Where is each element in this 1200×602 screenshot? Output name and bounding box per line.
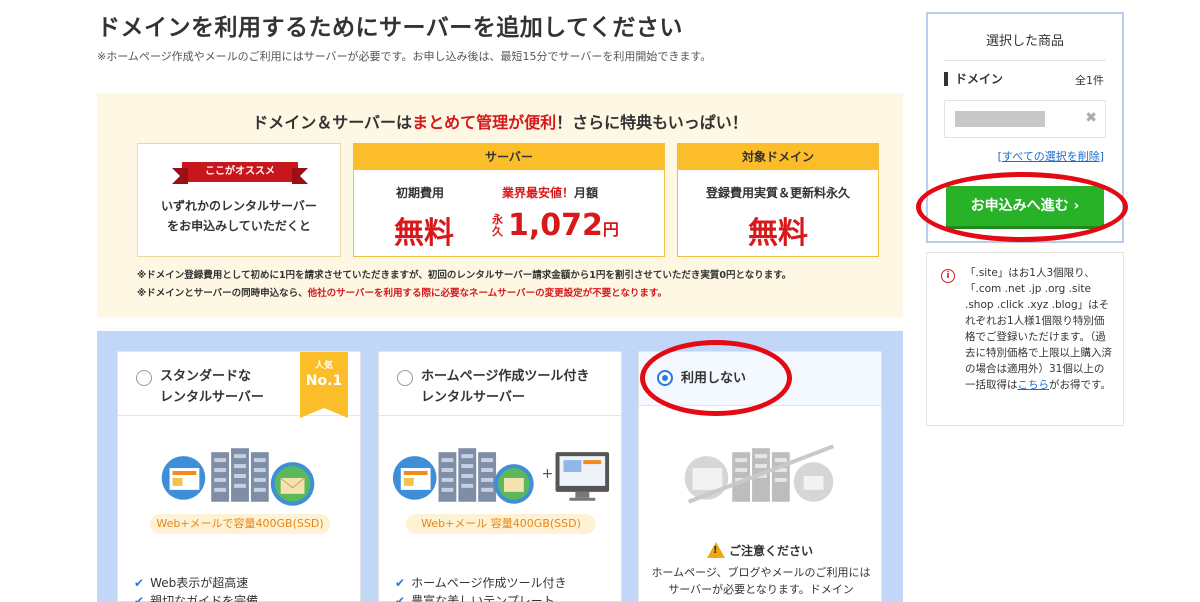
server-monthly-unit: 円 [602, 220, 619, 239]
server-mail-illustration [161, 448, 315, 506]
plan-none-title: 利用しない [681, 371, 747, 386]
server-box-header: サーバー [354, 144, 664, 170]
check-icon: ✔ [134, 594, 145, 602]
plan-builder-title-line2: レンタルサーバー [421, 390, 525, 405]
plan-none-radio[interactable] [657, 370, 673, 386]
server-eikyu: 永久 [492, 213, 503, 238]
plan-card-builder[interactable]: ホームページ作成ツール付き レンタルサーバー + Web+メール 容量400GB… [378, 351, 622, 602]
warning-title-text: ご注意ください [728, 544, 813, 558]
remove-item-icon[interactable]: ✖ [1085, 110, 1097, 126]
feature-text: ホームページ作成ツール付き [411, 576, 567, 590]
server-box: サーバー 初期費用 業界最安値！月額 無料 永久 1,072円 [353, 143, 665, 257]
svg-text:+: + [542, 466, 554, 482]
promo-headline: ドメイン＆サーバーはまとめて管理が便利！さらに特典もいっぱい！ [97, 109, 903, 133]
server-initial-label: 初期費用 [396, 186, 445, 200]
plan-builder-title: ホームページ作成ツール付き レンタルサーバー [421, 366, 589, 408]
plan-builder-title-line1: ホームページ作成ツール付き [421, 369, 590, 384]
check-icon: ✔ [395, 576, 406, 590]
domain-info-box: i 「.site」はお1人3個限り、「.com .net .jp .org .s… [926, 252, 1124, 426]
feature-item: ✔ 豊富な美しいテンプレート [395, 592, 555, 602]
domain-value: 無料 [748, 216, 808, 251]
page-subtitle: ※ホームページ作成やメールのご利用にはサーバーが必要です。お申し込み後は、最短1… [97, 50, 712, 63]
recommend-line1: いずれかのレンタルサーバー [161, 199, 317, 213]
info-text-end: がお得です。 [1049, 379, 1111, 391]
plan-standard-title: スタンダードな レンタルサーバー [160, 366, 264, 408]
promo-note-2: ※ドメインとサーバーの同時申込なら、他社のサーバーを利用する際に必要なネームサー… [137, 285, 667, 299]
storage-pill: Web+メールで容量400GB(SSD) [150, 514, 330, 534]
domain-label: 登録費用実質＆更新料永久 [705, 186, 850, 200]
plan-card-header: スタンダードな レンタルサーバー 人気 No.1 [118, 352, 360, 418]
warning-body: ホームページ、ブログやメールのご利用にはサーバーが必要となります。ドメイン [651, 566, 871, 596]
storage-pill: Web+メール 容量400GB(SSD) [406, 514, 596, 534]
server-mail-builder-illustration: + [392, 448, 610, 504]
plan-builder-radio[interactable] [397, 370, 413, 386]
server-monthly-label: 業界最安値！月額 [502, 184, 598, 201]
check-icon: ✔ [134, 576, 145, 590]
plan-selection-area: スタンダードな レンタルサーバー 人気 No.1 Web+メールで容量400GB… [97, 331, 903, 602]
info-text-main: 「.site」はお1人3個限り、「.com .net .jp .org .sit… [965, 267, 1112, 391]
feature-item: ✔ 親切なガイドを完備 [134, 592, 258, 602]
info-icon: i [941, 269, 955, 283]
info-link[interactable]: こちら [1018, 379, 1050, 391]
feature-item: ✔ ホームページ作成ツール付き [395, 574, 566, 591]
server-monthly-highlight: 業界最安値！ [502, 186, 575, 200]
promo-note-2-highlight: 他社のサーバーを利用する際に必要なネームサーバーの変更設定が不要となります。 [307, 288, 667, 299]
warning-title: ! ご注意ください [639, 542, 881, 559]
warning-icon: ! [706, 542, 725, 558]
recommend-line2: をお申込みしていただくと [167, 219, 311, 233]
feature-text: 親切なガイドを完備 [150, 594, 259, 602]
plan-card-header: ホームページ作成ツール付き レンタルサーバー [379, 352, 621, 416]
promo-note-2-pre: ※ドメインとサーバーの同時申込なら、 [137, 288, 308, 299]
recommend-text: いずれかのレンタルサーバー をお申込みしていただくと [138, 196, 340, 236]
proceed-to-apply-button[interactable]: お申込みへ進む › [946, 186, 1104, 226]
server-monthly-label-text: 月額 [574, 186, 599, 200]
feature-item: ✔ Web表示が超高速 [134, 574, 248, 591]
domain-box-header: 対象ドメイン [678, 144, 878, 170]
server-monthly-price: 1,072円 [508, 208, 619, 243]
selected-domain-item: ✖ [944, 100, 1106, 138]
badge-top-text: 人気 [314, 361, 333, 371]
plan-standard-radio[interactable] [136, 370, 152, 386]
plan-standard-title-line2: レンタルサーバー [160, 390, 264, 405]
promo-note-1: ※ドメイン登録費用として初めに1円を請求させていただきますが、初回のレンタルサー… [137, 270, 792, 281]
recommend-box: ここがオススメ いずれかのレンタルサーバー をお申込みしていただくと [137, 143, 341, 257]
plan-standard-title-line1: スタンダードな [160, 369, 252, 384]
plan-card-header: 利用しない [639, 352, 881, 406]
divider [944, 60, 1106, 61]
plan-card-standard[interactable]: スタンダードな レンタルサーバー 人気 No.1 Web+メールで容量400GB… [117, 351, 361, 602]
domain-count: 全1件 [1075, 74, 1104, 87]
promo-banner: ドメイン＆サーバーはまとめて管理が便利！さらに特典もいっぱい！ ここがオススメ … [97, 93, 903, 317]
recommend-ribbon: ここがオススメ [172, 162, 308, 184]
selected-items-title: 選択した商品 [985, 34, 1064, 49]
clear-all-link[interactable]: すべての選択を削除 [1002, 150, 1100, 163]
promo-headline-post: ！さらに特典もいっぱい！ [556, 113, 748, 132]
server-initial-value: 無料 [394, 216, 454, 251]
popular-no1-badge: 人気 No.1 [300, 352, 348, 418]
badge-main-text: No.1 [305, 373, 343, 389]
feature-text: Web表示が超高速 [150, 576, 249, 590]
promo-headline-highlight: まとめて管理が便利 [412, 113, 557, 132]
crossed-server-illustration [684, 444, 835, 504]
feature-text: 豊富な美しいテンプレート [411, 594, 555, 602]
clear-bracket-close: ] [1099, 150, 1104, 163]
promo-headline-pre: ドメイン＆サーバーは [252, 113, 413, 132]
info-text: 「.site」はお1人3個限り、「.com .net .jp .org .sit… [965, 265, 1113, 393]
check-icon: ✔ [395, 594, 406, 602]
domain-box: 対象ドメイン 登録費用実質＆更新料永久 無料 [677, 143, 879, 257]
redacted-domain [955, 111, 1045, 127]
clear-selection: [すべての選択を削除] [998, 148, 1104, 164]
server-monthly-value: 1,072 [508, 208, 603, 243]
selected-items-panel: 選択した商品 ドメイン 全1件 ✖ [すべての選択を削除] お申込みへ進む › [926, 12, 1124, 243]
domain-section-label: ドメイン [944, 72, 1003, 86]
page-title: ドメインを利用するためにサーバーを追加してください [97, 15, 683, 41]
plan-card-none[interactable]: 利用しない ! ご注意ください ホームページ、ブログやメールのご利用にはサーバーが… [638, 351, 882, 602]
